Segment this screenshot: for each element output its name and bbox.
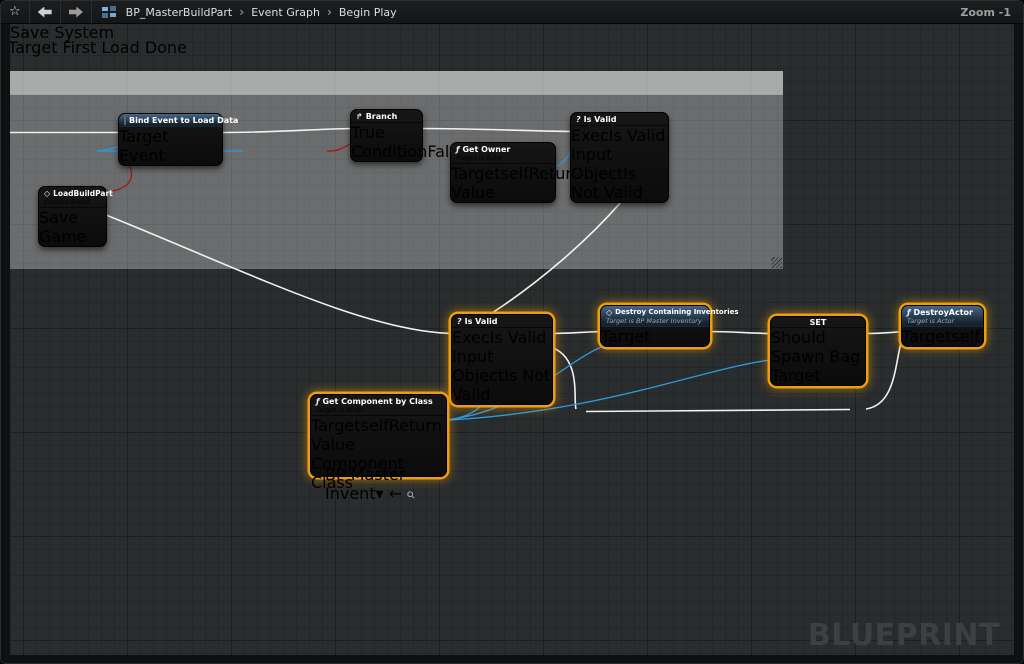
node-title: Is Valid [584,115,617,124]
node-subtitle: Target is BP Master Inventory [606,318,704,325]
self-tag: self [952,327,980,346]
comment-title-bar[interactable] [10,71,783,95]
branch-icon: ↱ [356,112,363,121]
node-destroy-containing-inventories[interactable]: ◇Destroy Containing Inventories Target i… [600,305,710,347]
pin-label: Exec [452,328,490,347]
bind-event-icon [124,116,126,125]
pin-label: True [351,123,385,142]
pin-label: Event [119,146,165,165]
node-is-valid-bottom[interactable]: ?Is Valid ExecIs Valid Input ObjectIs No… [451,314,553,405]
pin-label: Is Valid [490,328,547,347]
graph-toolbar: ☆ BP_MasterBuildPart › Event Graph › Beg… [1,1,1023,24]
function-icon: ƒ [456,145,459,154]
node-title: Destroy Containing Inventories [615,308,738,316]
node-title: LoadBuildPart [53,189,113,198]
wire-isnotvalid2-to-reroute1 [549,347,576,410]
wire-set-to-destroyactor [864,332,905,334]
pin-label: Target [311,416,361,435]
pin-label: Target [10,38,58,57]
question-icon: ? [576,115,581,124]
node-subtitle: Target is Actor [456,155,550,162]
node-get-owner[interactable]: ƒGet Owner Target is Actor TargetselfRet… [450,142,556,203]
breadcrumb-event-graph[interactable]: Event Graph [251,6,320,19]
pin-label: Exec [571,126,609,145]
event-diamond-icon: ◇ [606,308,612,317]
pin-label: Condition [351,142,427,161]
node-title: Get Component by Class [322,397,432,406]
use-selected-asset-icon[interactable]: ← [389,484,402,503]
star-icon: ☆ [9,1,21,23]
pin-label: Should Spawn Bag [771,328,860,366]
node-subtitle: Target is Actor [316,407,441,414]
node-get-component-by-class[interactable]: ƒGet Component by Class Target is Actor … [310,394,447,477]
pin-label: Is Valid [609,126,666,145]
node-bind-event-to-load-data[interactable]: Bind Event to Load Data Target Event [118,113,223,166]
back-arrow-icon [38,7,52,18]
pin-label: Target [902,327,952,346]
pin-label: Target [601,327,651,346]
back-button[interactable] [30,1,61,23]
breadcrumb-blueprint[interactable]: BP_MasterBuildPart [126,6,233,19]
function-icon: ƒ [316,397,319,406]
node-subtitle: Custom Event [44,199,101,206]
wire-reroute1-to-reroute2 [586,410,850,412]
self-tag: self [501,164,529,183]
function-icon: ƒ [907,308,910,317]
node-is-valid-top[interactable]: ?Is Valid ExecIs Valid Input ObjectIs No… [570,112,669,203]
forward-arrow-icon [69,7,83,18]
node-get-save-system[interactable]: Save System [10,23,1014,38]
node-title: DestroyActor [913,308,973,317]
node-title: Bind Event to Load Data [129,116,238,125]
event-diamond-icon: ◇ [44,189,50,198]
pin-label: Target [451,164,501,183]
dropdown-arrow-icon: ▾ [376,484,384,503]
node-title: Branch [366,112,398,121]
node-title: Get Owner [462,145,510,154]
pin-label: Target [119,127,169,146]
favorite-button[interactable]: ☆ [1,1,30,23]
browse-asset-icon[interactable] [407,491,415,499]
breadcrumb: BP_MasterBuildPart › Event Graph › Begin… [126,5,397,19]
comment-resize-handle[interactable] [771,257,782,268]
node-set-should-spawn-bag[interactable]: SET Should Spawn Bag Target [770,316,866,386]
blueprint-class-icon [102,6,116,18]
wire-destroyinv-to-set [704,332,773,334]
variable-label: First Load Done [63,38,187,57]
node-loadbuildpart-event[interactable]: ◇LoadBuildPart Custom Event Save Game [38,186,107,247]
wire-isvalid2-to-destroyinv [549,332,607,334]
blueprint-editor-window: ☆ BP_MasterBuildPart › Event Graph › Beg… [0,0,1024,664]
node-destroy-actor[interactable]: ƒDestroyActor Target is Actor Targetself [901,305,984,347]
self-tag: self [361,416,389,435]
pin-label: Save Game [39,208,87,246]
node-branch[interactable]: ↱Branch True ConditionFalse [350,109,423,162]
node-title: Is Valid [465,317,498,326]
zoom-level-label: Zoom -1 [960,6,1011,19]
question-icon: ? [457,317,462,326]
breadcrumb-begin-play[interactable]: Begin Play [339,6,397,19]
node-title: SET [810,318,827,327]
node-subtitle: Target is Actor [907,318,978,325]
chevron-right-icon: › [239,5,244,19]
chevron-right-icon: › [327,5,332,19]
wire-reroute2-to-destroyactor [866,332,905,409]
pin-label: Input Object [452,347,504,385]
event-graph-canvas[interactable]: Bind Event to Load Data Target Event Sav… [10,23,1014,655]
pin-label: Input Object [571,145,623,183]
forward-button[interactable] [61,1,92,23]
blueprint-watermark: BLUEPRINT [808,618,1000,653]
pin-label: Target [771,366,821,385]
node-get-first-load-done[interactable]: Target First Load Done [10,38,1014,54]
